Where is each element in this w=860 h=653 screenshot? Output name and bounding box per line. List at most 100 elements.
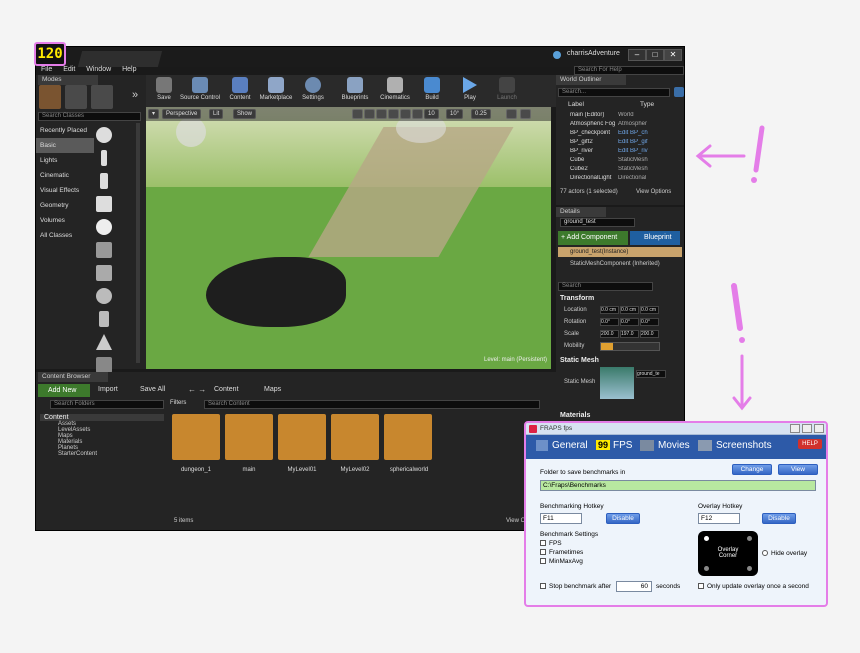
location-x[interactable]: 0.0 cm bbox=[600, 306, 619, 314]
static-mesh-thumbnail[interactable] bbox=[600, 367, 634, 399]
scale-snap-value[interactable]: 0.25 bbox=[471, 109, 491, 119]
corner-bottom-right-icon[interactable] bbox=[747, 566, 752, 571]
class-item[interactable] bbox=[36, 261, 144, 284]
corner-top-right-icon[interactable] bbox=[747, 536, 752, 541]
scale-x[interactable]: 200.0 bbox=[600, 330, 619, 338]
class-item[interactable] bbox=[36, 146, 144, 169]
hide-overlay-option[interactable]: Hide overlay bbox=[762, 550, 807, 557]
place-mode-icon[interactable] bbox=[39, 85, 61, 109]
class-item[interactable] bbox=[36, 284, 144, 307]
col-type[interactable]: Type bbox=[640, 101, 654, 108]
select-tool-icon[interactable] bbox=[352, 109, 363, 119]
static-mesh-picker[interactable]: ground_te bbox=[636, 370, 666, 378]
location-y[interactable]: 0.0 cm bbox=[620, 306, 639, 314]
more-modes-icon[interactable]: » bbox=[132, 89, 138, 101]
maximize-button[interactable]: □ bbox=[646, 49, 664, 61]
play-button[interactable]: Play bbox=[454, 77, 486, 105]
outliner-add-icon[interactable] bbox=[674, 87, 684, 97]
scale-y[interactable]: 197.0 bbox=[620, 330, 639, 338]
content-browser-tab[interactable]: Content Browser bbox=[38, 372, 108, 382]
search-classes-input[interactable]: Search Classes bbox=[38, 112, 141, 121]
component-instance[interactable]: ground_test(Instance) bbox=[558, 247, 682, 257]
marketplace-button[interactable]: Marketplace bbox=[256, 77, 296, 105]
class-item[interactable] bbox=[36, 307, 144, 330]
world-local-icon[interactable] bbox=[400, 109, 411, 119]
outliner-row[interactable]: Cube2 StaticMesh bbox=[558, 166, 676, 175]
details-tab[interactable]: Details bbox=[556, 207, 606, 217]
disable-overlay-hotkey-button[interactable]: Disable bbox=[762, 513, 796, 524]
tab-fps[interactable]: 99 FPS bbox=[596, 440, 632, 454]
option-minmaxavg[interactable]: MinMaxAvg bbox=[540, 558, 583, 565]
option-fps[interactable]: FPS bbox=[540, 540, 562, 547]
world-outliner-tab[interactable]: World Outliner bbox=[556, 75, 626, 85]
disable-benchmark-hotkey-button[interactable]: Disable bbox=[606, 513, 640, 524]
class-item[interactable] bbox=[36, 123, 144, 146]
folder-path-field[interactable]: C:\Fraps\Benchmarks bbox=[540, 480, 816, 491]
fraps-minimize-button[interactable] bbox=[790, 424, 800, 433]
asset-tile[interactable] bbox=[278, 414, 326, 460]
tree-item[interactable]: Content bbox=[40, 414, 164, 421]
outliner-search-input[interactable]: Search... bbox=[558, 88, 670, 97]
class-item[interactable] bbox=[36, 192, 144, 215]
overlay-corner-selector[interactable]: Overlay Corner bbox=[698, 531, 758, 576]
blueprints-button[interactable]: Blueprints bbox=[336, 77, 374, 105]
asset-tile[interactable] bbox=[172, 414, 220, 460]
viewport-options-button[interactable]: ▾ bbox=[148, 109, 160, 119]
class-list-scrollbar[interactable] bbox=[136, 123, 140, 363]
hide-overlay-radio[interactable] bbox=[762, 550, 768, 557]
stop-benchmark-option[interactable]: Stop benchmark after bbox=[540, 583, 611, 590]
rotation-y[interactable]: 0.0° bbox=[620, 318, 639, 326]
minmaxavg-checkbox[interactable] bbox=[540, 558, 546, 565]
level-tab[interactable] bbox=[77, 51, 163, 67]
details-search-input[interactable]: Search bbox=[558, 282, 653, 291]
grid-snap-value[interactable]: 10 bbox=[424, 109, 439, 119]
fraps-close-button[interactable] bbox=[814, 424, 824, 433]
build-button[interactable]: Build bbox=[416, 77, 448, 105]
minimize-button[interactable]: – bbox=[628, 49, 646, 61]
cinematics-button[interactable]: Cinematics bbox=[376, 77, 414, 105]
history-arrows-icon[interactable]: ← → bbox=[188, 385, 206, 394]
class-item[interactable] bbox=[36, 330, 144, 353]
outliner-row[interactable]: BP_river Edit BP_riv bbox=[558, 148, 676, 157]
menu-file[interactable]: File bbox=[41, 66, 52, 73]
settings-button[interactable]: Settings bbox=[297, 77, 329, 105]
add-component-button[interactable]: + Add Component bbox=[558, 231, 628, 245]
asset-tile[interactable] bbox=[225, 414, 273, 460]
camera-speed-icon[interactable] bbox=[506, 109, 517, 119]
show-button[interactable]: Show bbox=[233, 109, 257, 119]
outliner-row[interactable]: BP_gift2 Edit BP_gif bbox=[558, 139, 676, 148]
outliner-row[interactable]: main (Editor) World bbox=[558, 112, 676, 121]
class-item[interactable] bbox=[36, 238, 144, 261]
filters-button[interactable]: Filters bbox=[170, 400, 186, 406]
class-item[interactable] bbox=[36, 169, 144, 192]
outliner-view-options[interactable]: View Options bbox=[636, 189, 671, 195]
option-frametimes[interactable]: Frametimes bbox=[540, 549, 583, 556]
search-content-input[interactable]: Search Content bbox=[204, 400, 540, 409]
tab-screenshots[interactable]: Screenshots bbox=[698, 440, 772, 454]
location-z[interactable]: 0.0 cm bbox=[640, 306, 659, 314]
outliner-row[interactable]: DirectionalLight Directional bbox=[558, 175, 676, 184]
rotation-snap-value[interactable]: 10° bbox=[446, 109, 464, 119]
rotation-x[interactable]: 0.0° bbox=[600, 318, 619, 326]
overlay-hotkey-field[interactable]: F12 bbox=[698, 513, 740, 524]
materials-section[interactable]: Materials bbox=[560, 412, 590, 419]
corner-top-left-icon[interactable] bbox=[704, 536, 709, 541]
surface-snap-icon[interactable] bbox=[412, 109, 423, 119]
frametimes-checkbox[interactable] bbox=[540, 549, 546, 556]
stop-after-seconds-field[interactable]: 60 bbox=[616, 581, 652, 592]
menu-window[interactable]: Window bbox=[86, 66, 111, 73]
landscape-mode-icon[interactable] bbox=[91, 85, 113, 109]
paint-mode-icon[interactable] bbox=[65, 85, 87, 109]
import-button[interactable]: Import bbox=[98, 386, 118, 393]
content-button[interactable]: Content bbox=[224, 77, 256, 105]
tab-movies[interactable]: Movies bbox=[640, 440, 690, 454]
translate-tool-icon[interactable] bbox=[364, 109, 375, 119]
save-button[interactable]: Save bbox=[148, 77, 180, 105]
tree-item[interactable]: StarterContent bbox=[40, 451, 164, 457]
stop-benchmark-checkbox[interactable] bbox=[540, 583, 546, 590]
modes-tab[interactable]: Modes bbox=[38, 75, 98, 85]
outliner-row[interactable]: BP_checkpoint Edit BP_ch bbox=[558, 130, 676, 139]
help-button[interactable]: HELP bbox=[798, 439, 822, 449]
asset-tile[interactable] bbox=[384, 414, 432, 460]
close-button[interactable]: ✕ bbox=[664, 49, 682, 61]
